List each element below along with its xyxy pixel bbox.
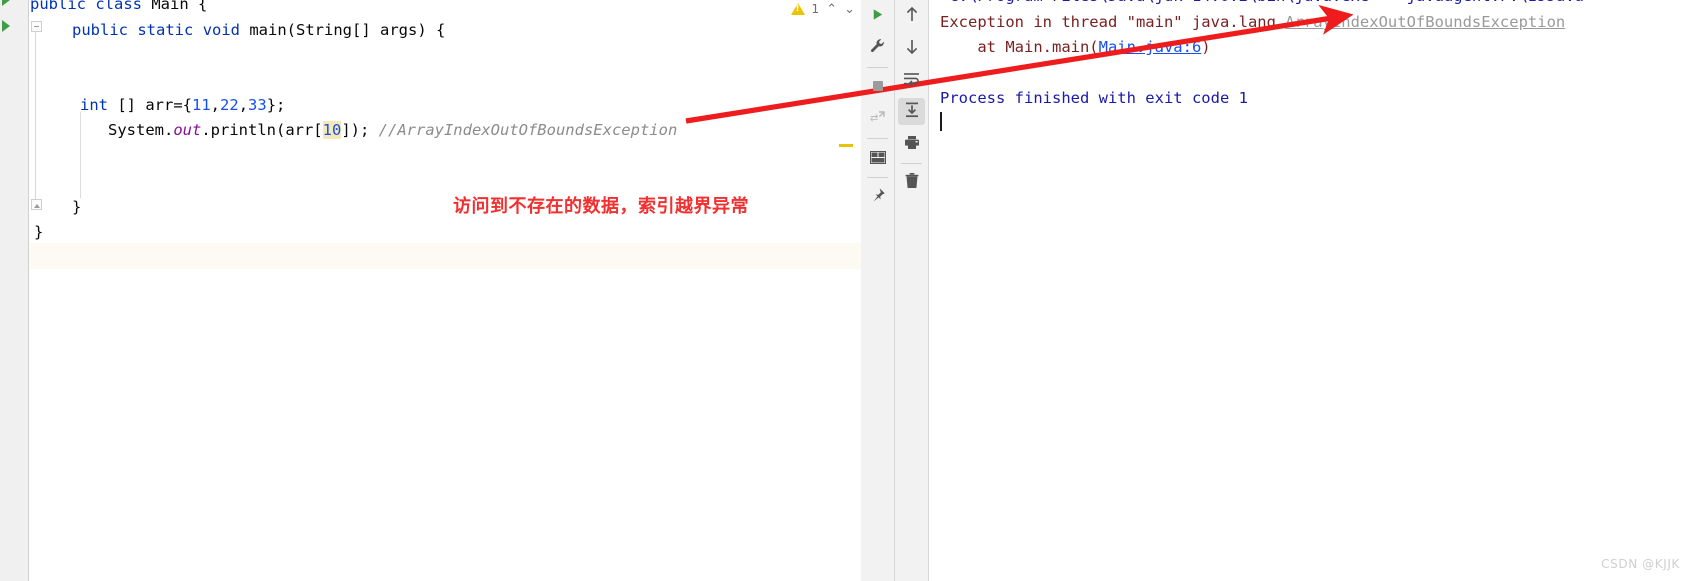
thread-dump-button[interactable]: ⇄ (861, 103, 894, 135)
code-line: System.out.println(arr[10]); //ArrayInde… (108, 118, 677, 144)
console-token (1565, 13, 1574, 31)
code-token: public (72, 21, 128, 39)
indent-guide (80, 112, 81, 198)
print-button[interactable] (895, 128, 928, 160)
code-token: 22 (220, 96, 239, 114)
arrow-up-icon (904, 6, 920, 27)
layout-panels-icon (869, 149, 886, 168)
run-console-pane[interactable]: "C:\Program Files\Java\jdk-14.0.2\bin\ja… (929, 0, 1704, 581)
thread-dump-icon: ⇄ (870, 109, 886, 129)
toolbar-separator (901, 163, 922, 164)
pin-icon (870, 187, 886, 207)
svg-text:⇄: ⇄ (870, 113, 878, 124)
fold-region-line (35, 30, 36, 210)
code-token: out (173, 121, 202, 139)
run-toolbar-left[interactable]: ⇄ (861, 0, 895, 581)
code-token: , (210, 96, 221, 114)
code-token: main(String[] args) { (240, 21, 446, 39)
warning-count: 1 (811, 2, 820, 16)
inspection-widget[interactable]: 1 ⌃ ⌄ (790, 0, 855, 18)
console-token: Process finished with exit code 1 (940, 89, 1248, 107)
code-token: public (30, 0, 86, 13)
console-token: Exception in thread "main" java.lang. (940, 13, 1286, 31)
code-token: }; (266, 96, 286, 114)
run-toolbar-right[interactable] (895, 0, 929, 581)
code-token: 33 (248, 96, 267, 114)
up-the-stack-trace-button[interactable] (895, 0, 928, 32)
console-line: Process finished with exit code 1 (940, 86, 1248, 112)
editor-gutter[interactable] (0, 0, 28, 581)
code-token: //ArrayIndexOutOfBoundsException (378, 121, 678, 139)
code-token: System. (108, 121, 174, 139)
code-token: 10 (322, 121, 342, 139)
clear-all-button[interactable] (895, 167, 928, 199)
code-line: public class Main { (30, 0, 207, 18)
code-token: void (202, 21, 241, 39)
console-line: "C:\Program Files\Java\jdk-14.0.2\bin\ja… (940, 0, 1584, 10)
scroll-to-end-icon (904, 102, 920, 122)
run-class-gutter-icon[interactable] (2, 0, 10, 6)
console-link[interactable]: Main.java:6 (1099, 38, 1202, 56)
fold-end-marker[interactable] (31, 199, 42, 210)
toolbar-separator (867, 67, 888, 68)
warning-triangle-icon (790, 3, 805, 15)
code-token: Main { (142, 0, 208, 13)
code-token: .println(arr[ (201, 121, 323, 139)
trash-icon (905, 173, 919, 193)
layout-button[interactable] (861, 142, 894, 174)
soft-wrap-icon (903, 71, 920, 90)
toolbar-separator (867, 138, 888, 139)
rerun-button[interactable] (861, 0, 894, 32)
code-token: class (95, 0, 143, 13)
code-token: int (80, 96, 108, 114)
console-link[interactable]: ArrayIndexOutOfBoundsException (1285, 13, 1565, 31)
code-line: } (34, 220, 43, 246)
play-icon (870, 7, 885, 26)
console-line: at Main.main(Main.java:6) (940, 35, 1211, 61)
code-token: , (238, 96, 249, 114)
editor-marker-stripe-warning[interactable] (839, 144, 853, 147)
toolbar-separator (867, 177, 888, 178)
code-token: [] arr={ (108, 96, 192, 114)
code-line: int [] arr={11,22,33}; (80, 93, 285, 119)
chevron-up-icon[interactable]: ⌃ (826, 2, 837, 17)
code-token: } (72, 198, 82, 216)
watermark-label: CSDN @KJJK (1601, 557, 1680, 571)
settings-button[interactable] (861, 32, 894, 64)
pin-tab-button[interactable] (861, 181, 894, 213)
soft-wrap-button[interactable] (895, 64, 928, 96)
arrow-down-icon (904, 38, 920, 59)
gutter-divider (28, 0, 29, 581)
current-line-highlight (29, 243, 861, 269)
stop-square-icon (871, 78, 885, 97)
code-token: 11 (192, 96, 211, 114)
console-token: "C:\Program Files\Java\jdk-14.0.2\bin\ja… (940, 0, 1584, 5)
code-line: public static void main(String[] args) { (72, 18, 445, 44)
code-editor-pane[interactable]: public class Main {public static void ma… (0, 0, 861, 581)
fold-collapse-marker[interactable] (31, 21, 42, 32)
ide-window: public class Main {public static void ma… (0, 0, 1704, 581)
down-the-stack-trace-button[interactable] (895, 32, 928, 64)
scroll-to-end-button[interactable] (895, 96, 928, 128)
code-token: } (34, 223, 44, 241)
code-token: ]); (341, 121, 379, 139)
code-token: static (137, 21, 194, 39)
console-caret (940, 112, 942, 131)
code-line: } (72, 195, 81, 221)
console-token: at Main.main( (940, 38, 1099, 56)
stop-button[interactable] (861, 71, 894, 103)
annotation-text: 访问到不存在的数据，索引越界异常 (453, 196, 749, 217)
chevron-down-icon[interactable]: ⌄ (844, 2, 855, 17)
console-line: Exception in thread "main" java.lang.Arr… (940, 10, 1575, 36)
printer-icon (904, 135, 920, 154)
console-token: ) (1201, 38, 1211, 56)
run-main-gutter-icon[interactable] (2, 20, 10, 32)
wrench-icon (870, 38, 886, 58)
